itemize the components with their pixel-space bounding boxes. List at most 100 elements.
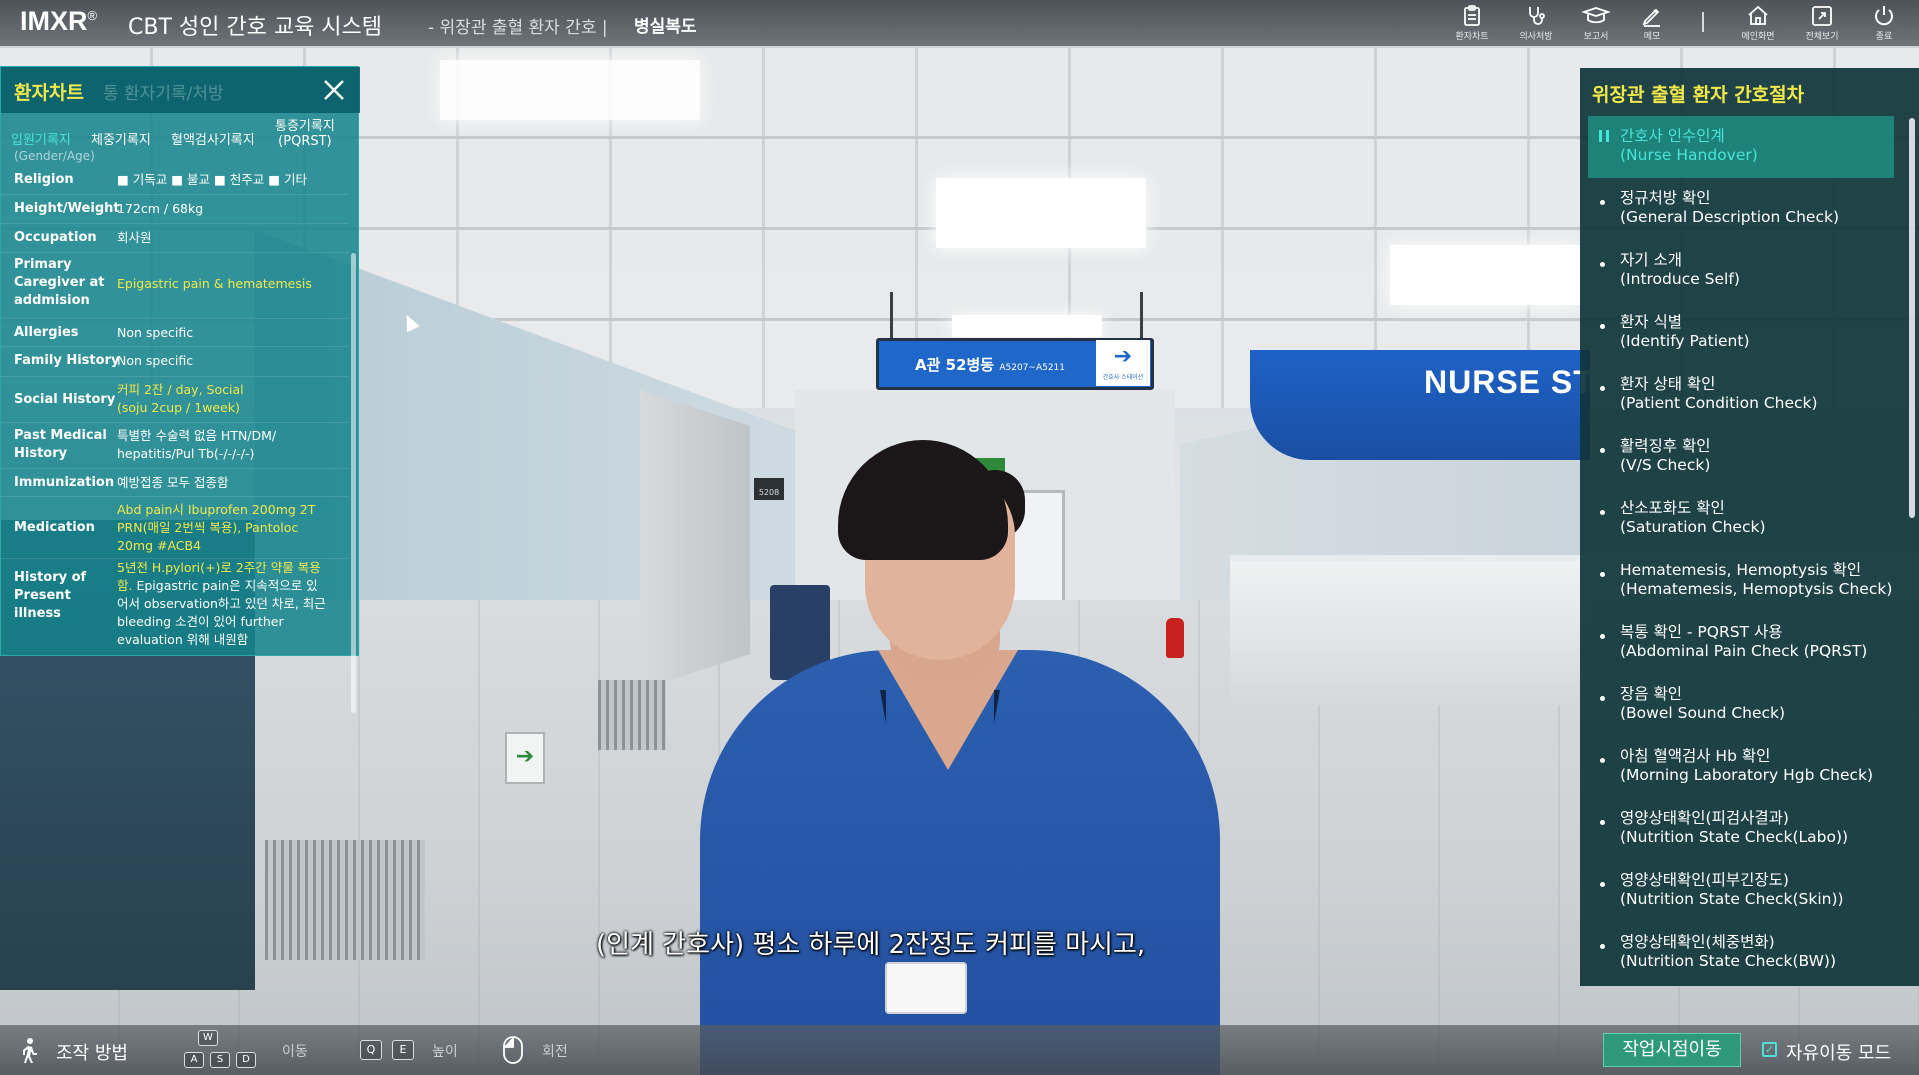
procedure-item-bowel-sound[interactable]: 장음 확인 (Bowel Sound Check) (1588, 674, 1894, 736)
procedure-item-en: (Nutrition State Check(Skin)) (1620, 890, 1844, 908)
row-value: Epigastric pain & hematemesis (117, 276, 312, 291)
height-label: 높이 (432, 1044, 458, 1060)
clipboard-icon (1464, 5, 1480, 26)
procedure-item-en: (Hematemesis, Hemoptysis Check) (1620, 580, 1893, 598)
procedure-item-en: (Saturation Check) (1620, 518, 1766, 536)
table-row: History of Present illness 5년전 H.pylori(… (1, 559, 349, 655)
procedure-item-nurse-handover[interactable]: 간호사 인수인계 (Nurse Handover) (1588, 116, 1894, 178)
fullscreen-button[interactable]: 전체보기 (1794, 2, 1850, 44)
ward-sign-sub: 간호사 스테이션 (1102, 374, 1144, 381)
brand-name: IMXR (20, 6, 88, 36)
procedure-item-nutrition-labo[interactable]: 영양상태확인(피검사결과) (Nutrition State Check(Lab… (1588, 798, 1894, 860)
stethoscope-icon (1529, 7, 1545, 25)
table-row: Past Medical History 특별한 수술력 없음 HTN/DM/ … (1, 423, 349, 469)
procedure-item-identify-patient[interactable]: 환자 식별 (Identify Patient) (1588, 302, 1894, 364)
procedure-item-en: (General Description Check) (1620, 208, 1839, 226)
row-label: Occupation (14, 230, 97, 245)
exit-button[interactable]: 종료 (1856, 2, 1912, 44)
procedure-scrollbar[interactable] (1909, 118, 1915, 518)
chart-panel-title-ghost: 통 환자기록/처방 (103, 84, 224, 104)
close-icon (324, 80, 344, 100)
bullet-icon (1600, 696, 1605, 701)
procedure-item-ko: 아침 혈액검사 Hb 확인 (1620, 747, 1771, 765)
procedure-item-en: (Introduce Self) (1620, 270, 1740, 288)
procedure-item-morning-lab[interactable]: 아침 혈액검사 Hb 확인 (Morning Laboratory Hgb Ch… (1588, 736, 1894, 798)
key-d: D (236, 1052, 256, 1068)
report-button[interactable]: 보고서 (1568, 2, 1624, 44)
procedure-item-ko: 산소포화도 확인 (1620, 499, 1725, 517)
procedure-item-ko: 장음 확인 (1620, 685, 1682, 703)
room-number-plate: 5208 (754, 478, 784, 500)
row-value: 커피 2잔 / day, Social (soju 2cup / 1week) (117, 382, 244, 415)
memo-label: 메모 (1643, 32, 1661, 42)
row-value: ■ 기독교 ■ 불교 ■ 천주교 ■ 기타 (117, 172, 308, 187)
move-to-work-view-button[interactable]: 작업시점이동 (1603, 1033, 1741, 1067)
control-footer: 조작 방법 W A S D 이동 Q E 높이 회전 작업시점이동 ✓ 자유이동… (0, 1025, 1919, 1075)
chart-panel-title: 환자차트 (14, 82, 84, 104)
row-label: Family History (14, 353, 120, 368)
tab-pain-record[interactable]: 통증기록지 (PQRST) (275, 119, 335, 149)
procedure-item-saturation[interactable]: 산소포화도 확인 (Saturation Check) (1588, 488, 1894, 550)
procedure-item-ko: 활력징후 확인 (1620, 437, 1711, 455)
sign-wire (890, 292, 893, 340)
procedure-item-abdominal-pain[interactable]: 복통 확인 - PQRST 사용 (Abdominal Pain Check (… (1588, 612, 1894, 674)
procedure-item-vs-check[interactable]: 활력징후 확인 (V/S Check) (1588, 426, 1894, 488)
table-row: Height/Weight 172cm / 68kg (1, 195, 349, 224)
ward-sign-rooms: A5207~A5211 (999, 363, 1066, 373)
procedure-item-general-description[interactable]: 정규처방 확인 (General Description Check) (1588, 178, 1894, 240)
procedure-item-ko: 환자 식별 (1620, 313, 1682, 331)
ward-sign-arrow: ➔ 간호사 스테이션 (1096, 340, 1150, 386)
exit-label: 종료 (1875, 32, 1893, 42)
nursing-procedure-panel: 위장관 출혈 환자 간호절차 간호사 인수인계 (Nurse Handover)… (1580, 68, 1919, 986)
key-e: E (392, 1040, 414, 1060)
chart-scrollbar[interactable] (351, 253, 356, 713)
procedure-item-hematemesis[interactable]: Hematemesis, Hemoptysis 확인 (Hematemesis,… (1588, 550, 1894, 612)
tab-admission-record[interactable]: 입원기록지 (11, 129, 71, 148)
procedure-item-nutrition-bw[interactable]: 영양상태확인(체중변화) (Nutrition State Check(BW)) (1588, 922, 1894, 976)
ceiling-light (1390, 245, 1580, 305)
row-label: Past Medical History (14, 428, 107, 461)
row-value: 5년전 H.pylori(+)로 2주간 약물 복용함. Epigastric … (117, 559, 327, 649)
free-mode-label[interactable]: 자유이동 모드 (1786, 1039, 1891, 1065)
procedure-item-patient-condition[interactable]: 환자 상태 확인 (Patient Condition Check) (1588, 364, 1894, 426)
procedure-item-ko: 정규처방 확인 (1620, 189, 1711, 207)
nurse-id-badge (885, 962, 967, 1014)
patient-chart-button[interactable]: 환자차트 (1444, 2, 1500, 44)
patient-chart-panel: 환자차트 통 환자기록/처방 입원기록지 체중기록지 혈액검사기록지 통증기록지… (0, 66, 360, 713)
table-row: Family History Non specific (1, 347, 349, 377)
bullet-icon (1600, 448, 1605, 453)
row-value: Abd pain시 Ibuprofen 200mg 2T PRN(매일 2번씩 … (117, 502, 316, 553)
bullet-icon (1600, 324, 1605, 329)
sign-wire (1140, 292, 1143, 340)
row-value-rest: Epigastric pain은 지속적으로 있어서 observation하고… (117, 578, 326, 647)
mouse-icon (503, 1036, 523, 1064)
walking-person-icon (23, 1038, 37, 1063)
power-icon (1875, 6, 1893, 26)
row-value: 예방접종 모두 접종함 (117, 475, 229, 490)
tab-weight-record[interactable]: 체중기록지 (91, 129, 151, 148)
procedure-item-ko: 복통 확인 - PQRST 사용 (1620, 623, 1783, 641)
free-mode-checkbox[interactable]: ✓ (1762, 1042, 1777, 1057)
memo-button[interactable]: 메모 (1624, 2, 1680, 44)
close-chart-button[interactable] (319, 75, 349, 105)
procedure-item-en: (Nurse Handover) (1620, 146, 1758, 164)
rotate-label: 회전 (542, 1044, 568, 1060)
row-label: History of Present illness (14, 570, 87, 621)
doctor-order-button[interactable]: 의사처방 (1508, 2, 1564, 44)
row-value: 172cm / 68kg (117, 201, 204, 216)
procedure-item-nutrition-skin[interactable]: 영양상태확인(피부긴장도) (Nutrition State Check(Ski… (1588, 860, 1894, 922)
procedure-item-ko: Hematemesis, Hemoptysis 확인 (1620, 561, 1862, 579)
tab-blood-test-record[interactable]: 혈액검사기록지 (171, 129, 255, 148)
table-row: Social History 커피 2잔 / day, Social (soju… (1, 377, 349, 423)
bullet-icon (1600, 572, 1605, 577)
exit-arrow-sign: ➔ (505, 732, 545, 784)
row-label: Primary Caregiver at addmision (14, 257, 105, 308)
procedure-item-introduce-self[interactable]: 자기 소개 (Introduce Self) (1588, 240, 1894, 302)
procedure-item-ko: 간호사 인수인계 (1620, 127, 1725, 145)
main-menu-button[interactable]: 메인화면 (1730, 2, 1786, 44)
chart-panel-header: 환자차트 통 환자기록/처방 (1, 67, 360, 113)
bullet-icon (1600, 510, 1605, 515)
fire-extinguisher (1166, 618, 1184, 658)
bullet-icon (1600, 634, 1605, 639)
table-row: Allergies Non specific (1, 319, 349, 347)
